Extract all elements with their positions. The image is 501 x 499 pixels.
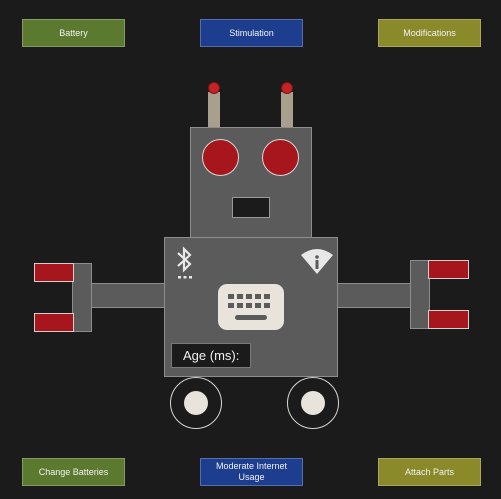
game-stage: Battery Stimulation Modifications Change…: [0, 0, 501, 499]
left-claw-top: [34, 263, 74, 282]
left-wheel-hub: [184, 391, 208, 415]
right-claw-bottom: [428, 310, 469, 329]
age-display: Age (ms):: [171, 343, 251, 368]
attach-parts-button[interactable]: Attach Parts: [378, 458, 481, 486]
left-arm: [90, 283, 166, 308]
left-antenna: [208, 92, 220, 128]
right-arm: [336, 283, 412, 308]
right-wheel: [287, 377, 339, 429]
right-wheel-hub: [301, 391, 325, 415]
right-antenna-tip: [281, 82, 293, 94]
battery-button[interactable]: Battery: [22, 19, 125, 47]
modifications-button[interactable]: Modifications: [378, 19, 481, 47]
change-batteries-button[interactable]: Change Batteries: [22, 458, 125, 486]
right-claw-base: [410, 260, 430, 329]
left-wheel: [170, 377, 222, 429]
right-claw-top: [428, 260, 469, 279]
right-eye: [262, 139, 299, 176]
internet-usage-button[interactable]: Moderate Internet Usage: [200, 458, 303, 486]
left-claw-bottom: [34, 313, 74, 332]
wifi-info-icon: [301, 249, 333, 274]
bluetooth-icon: [177, 246, 192, 279]
keyboard-icon: [218, 284, 284, 330]
left-claw-base: [72, 263, 92, 332]
age-label: Age (ms):: [183, 348, 240, 363]
left-eye: [202, 139, 239, 176]
stimulation-button[interactable]: Stimulation: [200, 19, 303, 47]
left-antenna-tip: [208, 82, 220, 94]
robot-mouth: [232, 197, 270, 218]
right-antenna: [281, 92, 293, 128]
